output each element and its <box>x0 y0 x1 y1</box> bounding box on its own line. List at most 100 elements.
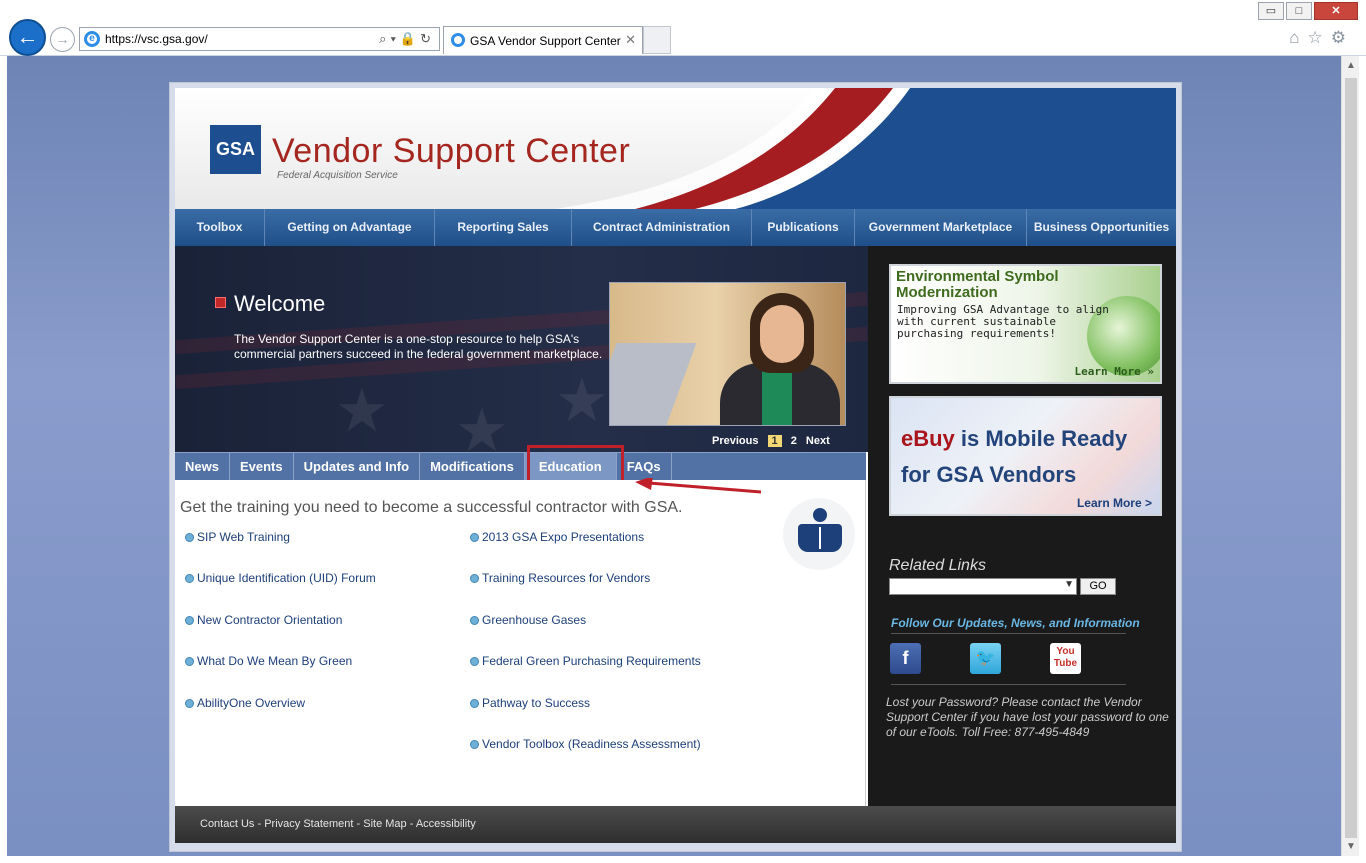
hero-photo[interactable] <box>609 282 846 426</box>
ad2-title-rest: is Mobile Ready <box>954 426 1128 451</box>
site-frame: GSA Vendor Support Center Federal Acquis… <box>169 82 1182 852</box>
site-subtitle: Federal Acquisition Service <box>277 170 398 181</box>
link-greenhouse-gases[interactable]: Greenhouse Gases <box>470 613 586 627</box>
vertical-scrollbar[interactable]: ▲ ▼ <box>1341 56 1359 856</box>
related-links-title: Related Links <box>889 557 986 574</box>
welcome-banner: ★ ★ ★ Welcome The Vendor Support Center … <box>175 246 868 452</box>
tab-events[interactable]: Events <box>230 453 294 480</box>
dropdown-icon[interactable]: ▾ <box>390 31 399 46</box>
nav-item-government-marketplace[interactable]: Government Marketplace <box>855 209 1027 246</box>
education-intro: Get the training you need to become a su… <box>180 499 683 516</box>
site-header: GSA Vendor Support Center Federal Acquis… <box>175 88 1176 209</box>
link-abilityone-overview[interactable]: AbilityOne Overview <box>185 696 305 710</box>
nav-item-business-opportunities[interactable]: Business Opportunities <box>1027 209 1176 246</box>
link-federal-green-purchasing[interactable]: Federal Green Purchasing Requirements <box>470 654 701 668</box>
search-icon[interactable]: ⌕ <box>379 31 390 46</box>
right-sidebar: Environmental Symbol Modernization Impro… <box>868 246 1176 806</box>
tab-close-icon[interactable]: ✕ <box>625 32 636 48</box>
welcome-text: The Vendor Support Center is a one-stop … <box>234 332 603 361</box>
pager-page-2[interactable]: 2 <box>791 435 797 447</box>
nav-item-toolbox[interactable]: Toolbox <box>175 209 265 246</box>
footer-accessibility[interactable]: Accessibility <box>416 818 476 830</box>
tab-faqs[interactable]: FAQs <box>617 453 672 480</box>
lock-icon[interactable]: 🔒 <box>400 31 420 46</box>
site-title[interactable]: Vendor Support Center <box>272 132 630 171</box>
person-shirt <box>762 369 792 425</box>
nav-item-getting-on-advantage[interactable]: Getting on Advantage <box>265 209 435 246</box>
ad2-title: eBuy is Mobile Ready <box>901 426 1127 452</box>
link-pathway-to-success[interactable]: Pathway to Success <box>470 696 590 710</box>
annotation-highlight-box <box>527 445 624 485</box>
main-nav: Toolbox Getting on Advantage Reporting S… <box>175 209 1176 246</box>
site-container: GSA Vendor Support Center Federal Acquis… <box>175 88 1176 843</box>
scroll-down-icon[interactable]: ▼ <box>1346 841 1356 852</box>
tab-news[interactable]: News <box>175 453 230 480</box>
favorites-star-icon[interactable]: ☆ <box>1308 28 1331 47</box>
refresh-icon[interactable]: ↻ <box>420 31 435 46</box>
ad2-learn-more[interactable]: Learn More > <box>1077 496 1152 510</box>
star-icon: ★ <box>555 367 609 434</box>
ad2-ebuy: eBuy <box>901 426 955 451</box>
reader-head <box>813 508 827 522</box>
footer-contact-us[interactable]: Contact Us <box>200 818 254 830</box>
minimize-button[interactable]: ▭ <box>1258 2 1284 20</box>
forward-button[interactable]: → <box>50 27 75 52</box>
ie-icon: e <box>84 31 100 47</box>
youtube-icon[interactable]: You Tube <box>1050 643 1081 674</box>
scroll-up-icon[interactable]: ▲ <box>1346 60 1356 71</box>
nav-item-contract-administration[interactable]: Contract Administration <box>572 209 752 246</box>
ad1-learn-more[interactable]: Learn More » <box>1075 365 1154 378</box>
maximize-button[interactable]: □ <box>1286 2 1312 20</box>
nav-item-publications[interactable]: Publications <box>752 209 855 246</box>
link-vendor-toolbox[interactable]: Vendor Toolbox (Readiness Assessment) <box>470 737 701 751</box>
link-training-resources[interactable]: Training Resources for Vendors <box>470 571 650 585</box>
carousel-pager: Previous 1 2 Next <box>712 435 836 447</box>
pager-next[interactable]: Next <box>806 435 830 447</box>
reader-book <box>798 524 842 552</box>
address-url[interactable]: https://vsc.gsa.gov/ <box>105 32 208 46</box>
browser-tab[interactable]: GSA Vendor Support Center ✕ <box>443 26 643 54</box>
forward-arrow-icon: → <box>55 31 70 47</box>
annotation-arrow <box>635 478 762 494</box>
nav-item-reporting-sales[interactable]: Reporting Sales <box>435 209 572 246</box>
person-face <box>760 305 804 363</box>
related-links-select[interactable]: ▼ <box>889 578 1077 595</box>
new-tab-button[interactable] <box>643 26 671 54</box>
related-links-go-button[interactable]: GO <box>1080 578 1116 595</box>
facebook-icon[interactable]: f <box>890 643 921 674</box>
link-new-contractor-orientation[interactable]: New Contractor Orientation <box>185 613 342 627</box>
tab-updates-and-info[interactable]: Updates and Info <box>294 453 421 480</box>
pager-previous[interactable]: Previous <box>712 435 758 447</box>
scrollbar-thumb[interactable] <box>1345 78 1357 838</box>
gsa-logo[interactable]: GSA <box>210 125 261 174</box>
star-icon: ★ <box>455 397 509 452</box>
follow-text: Follow Our Updates, News, and Informatio… <box>891 616 1140 630</box>
back-button[interactable]: ← <box>9 19 46 56</box>
ad-ebuy-mobile[interactable]: eBuy is Mobile Ready for GSA Vendors Lea… <box>889 396 1162 516</box>
settings-gear-icon[interactable]: ⚙ <box>1331 28 1354 47</box>
footer-links: Contact Us - Privacy Statement - Site Ma… <box>200 818 476 830</box>
link-2013-gsa-expo[interactable]: 2013 GSA Expo Presentations <box>470 530 644 544</box>
close-button[interactable]: ✕ <box>1314 2 1358 20</box>
twitter-icon[interactable]: 🐦 <box>970 643 1001 674</box>
home-icon[interactable]: ⌂ <box>1289 28 1307 47</box>
link-sip-web-training[interactable]: SIP Web Training <box>185 530 290 544</box>
link-uid-forum[interactable]: Unique Identification (UID) Forum <box>185 571 376 585</box>
site-footer: Contact Us - Privacy Statement - Site Ma… <box>175 806 1176 843</box>
footer-site-map[interactable]: Site Map <box>363 818 406 830</box>
chevron-down-icon: ▼ <box>1064 579 1074 590</box>
ad-environmental-symbol[interactable]: Environmental Symbol Modernization Impro… <box>889 264 1162 384</box>
link-what-do-we-mean-by-green[interactable]: What Do We Mean By Green <box>185 654 352 668</box>
footer-separator: - <box>353 818 364 830</box>
tab-ie-icon <box>451 33 465 47</box>
laptop-graphic <box>610 343 697 425</box>
footer-privacy-statement[interactable]: Privacy Statement <box>264 818 353 830</box>
tab-modifications[interactable]: Modifications <box>420 453 525 480</box>
back-arrow-icon: ← <box>16 24 39 49</box>
window-controls: ▭ □ ✕ <box>1256 2 1358 20</box>
ad1-title: Environmental Symbol Modernization <box>896 268 1059 301</box>
address-bar[interactable]: e https://vsc.gsa.gov/ ⌕▾🔒↻ <box>79 27 440 51</box>
address-tools[interactable]: ⌕▾🔒↻ <box>379 31 435 47</box>
ad2-title-line2: for GSA Vendors <box>901 462 1077 487</box>
pager-page-1[interactable]: 1 <box>767 435 782 447</box>
